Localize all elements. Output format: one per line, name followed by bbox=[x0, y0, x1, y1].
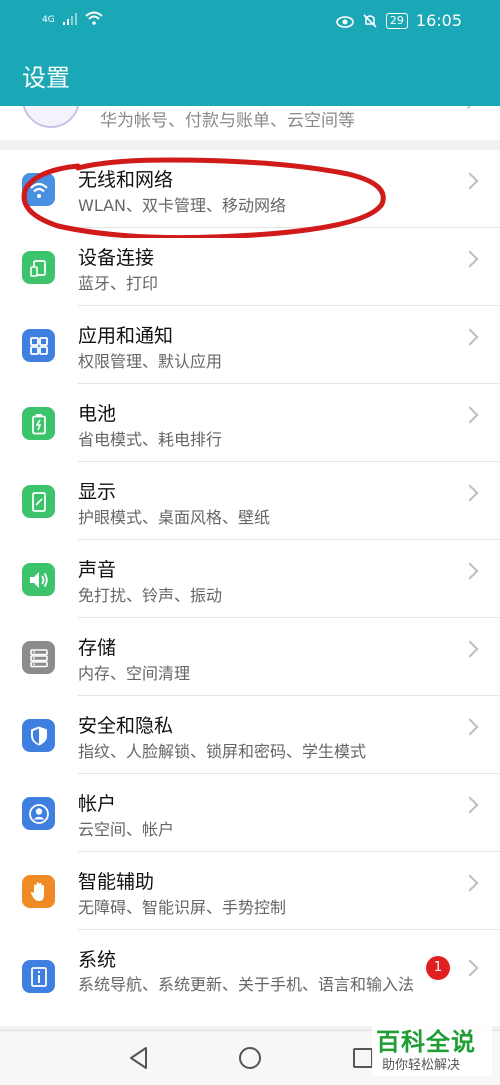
settings-row-battery[interactable]: 电池 省电模式、耗电排行 bbox=[0, 384, 500, 462]
account-subtitle: 华为帐号、付款与账单、云空间等 bbox=[100, 111, 355, 131]
display-icon bbox=[22, 485, 55, 518]
row-subtitle: 省电模式、耗电排行 bbox=[78, 430, 223, 449]
settings-row-security-privacy[interactable]: 安全和隐私 指纹、人脸解锁、锁屏和密码、学生模式 bbox=[0, 696, 500, 774]
settings-row-accounts[interactable]: 帐户 云空间、帐户 bbox=[0, 774, 500, 852]
chevron-right-icon bbox=[461, 250, 479, 268]
eye-comfort-icon bbox=[336, 15, 354, 28]
row-title: 应用和通知 bbox=[78, 325, 174, 347]
chevron-right-icon bbox=[461, 718, 479, 736]
signal-icon bbox=[62, 13, 77, 25]
page-title: 设置 bbox=[22, 64, 70, 92]
battery-icon bbox=[22, 407, 55, 440]
network-type: 4G bbox=[42, 15, 55, 25]
settings-row-sound[interactable]: 声音 免打扰、铃声、振动 bbox=[0, 540, 500, 618]
app-header: 设置 bbox=[0, 40, 500, 106]
avatar bbox=[22, 106, 80, 128]
chevron-right-icon bbox=[461, 562, 479, 580]
row-subtitle: 指纹、人脸解锁、锁屏和密码、学生模式 bbox=[78, 742, 367, 761]
row-title: 帐户 bbox=[78, 793, 117, 815]
row-subtitle: 内存、空间清理 bbox=[78, 664, 191, 683]
row-subtitle: 权限管理、默认应用 bbox=[78, 352, 223, 371]
settings-row-device-connection[interactable]: 设备连接 蓝牙、打印 bbox=[0, 228, 500, 306]
account-icon bbox=[22, 797, 55, 830]
settings-row-storage[interactable]: 存储 内存、空间清理 bbox=[0, 618, 500, 696]
chevron-right-icon bbox=[461, 796, 479, 814]
row-title: 显示 bbox=[78, 481, 117, 503]
settings-row-display[interactable]: 显示 护眼模式、桌面风格、壁纸 bbox=[0, 462, 500, 540]
back-icon[interactable] bbox=[126, 1045, 152, 1071]
chevron-right-icon bbox=[461, 874, 479, 892]
watermark-logo: 百科全说 助你轻松解决 bbox=[372, 1020, 492, 1076]
row-subtitle: WLAN、双卡管理、移动网络 bbox=[78, 196, 287, 215]
battery-indicator: 29 bbox=[385, 12, 408, 29]
row-title: 电池 bbox=[78, 403, 117, 425]
row-title: 声音 bbox=[78, 559, 117, 581]
row-title: 智能辅助 bbox=[78, 871, 155, 893]
device-connection-icon bbox=[22, 251, 55, 284]
apps-grid-icon bbox=[22, 329, 55, 362]
wifi-icon bbox=[22, 173, 55, 206]
row-title: 安全和隐私 bbox=[78, 715, 174, 737]
shield-icon bbox=[22, 719, 55, 752]
row-title: 系统 bbox=[78, 949, 117, 971]
notification-badge: 1 bbox=[426, 956, 450, 980]
row-subtitle: 免打扰、铃声、振动 bbox=[78, 586, 223, 605]
settings-list: 无线和网络 WLAN、双卡管理、移动网络 设备连接 蓝牙、打印 应用和通知 权限… bbox=[0, 150, 500, 1026]
speaker-icon bbox=[22, 563, 55, 596]
row-subtitle: 护眼模式、桌面风格、壁纸 bbox=[78, 508, 271, 527]
row-subtitle: 云空间、帐户 bbox=[78, 820, 175, 839]
chevron-right-icon bbox=[461, 406, 479, 424]
settings-row-apps-notifications[interactable]: 应用和通知 权限管理、默认应用 bbox=[0, 306, 500, 384]
row-title: 存储 bbox=[78, 637, 117, 659]
account-card[interactable]: 华为帐号、付款与账单、云空间等 › bbox=[0, 106, 500, 140]
row-subtitle: 无障碍、智能识屏、手势控制 bbox=[78, 898, 287, 917]
chevron-right-icon: › bbox=[465, 106, 474, 117]
clock: 16:05 bbox=[415, 11, 462, 30]
chevron-right-icon bbox=[461, 959, 479, 977]
storage-icon bbox=[22, 641, 55, 674]
row-subtitle: 蓝牙、打印 bbox=[78, 274, 159, 293]
watermark-sub: 助你轻松解决 bbox=[382, 1058, 461, 1073]
row-title: 设备连接 bbox=[78, 247, 155, 269]
row-subtitle: 系统导航、系统更新、关于手机、语言和输入法 bbox=[78, 975, 415, 994]
wifi-status-icon bbox=[85, 11, 103, 25]
chevron-right-icon bbox=[461, 172, 479, 190]
status-right: 29 16:05 bbox=[336, 11, 462, 30]
watermark-main: 百科全说 bbox=[376, 1028, 476, 1056]
chevron-right-icon bbox=[461, 484, 479, 502]
settings-row-wireless[interactable]: 无线和网络 WLAN、双卡管理、移动网络 bbox=[0, 150, 500, 228]
home-icon[interactable] bbox=[237, 1045, 263, 1071]
settings-row-accessibility[interactable]: 智能辅助 无障碍、智能识屏、手势控制 bbox=[0, 852, 500, 930]
info-icon bbox=[22, 960, 55, 993]
mute-icon bbox=[363, 13, 377, 28]
row-title: 无线和网络 bbox=[78, 169, 174, 191]
hand-icon bbox=[22, 875, 55, 908]
status-left: 4G bbox=[42, 11, 103, 25]
chevron-right-icon bbox=[461, 640, 479, 658]
settings-row-system[interactable]: 系统 系统导航、系统更新、关于手机、语言和输入法 1 bbox=[0, 930, 500, 1026]
status-bar: 4G 29 16:05 bbox=[0, 0, 500, 40]
chevron-right-icon bbox=[461, 328, 479, 346]
